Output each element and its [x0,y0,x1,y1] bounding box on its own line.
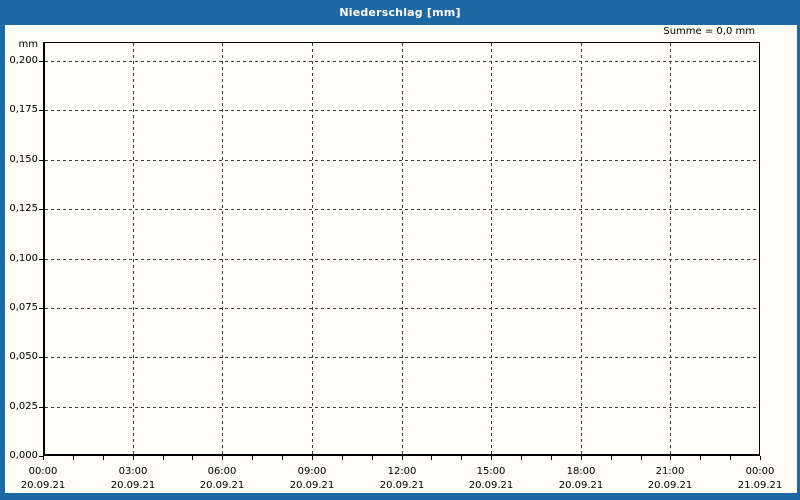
chart-title-bar: Niederschlag [mm] [0,0,800,25]
plot-area[interactable] [43,42,760,456]
sum-annotation: Summe = 0,0 mm [663,26,755,37]
y-axis-unit-label: mm [18,39,38,50]
chart-title: Niederschlag [mm] [339,6,461,19]
chart-window: Niederschlag [mm] Summe = 0,0 mm mm 0,20… [0,0,800,500]
